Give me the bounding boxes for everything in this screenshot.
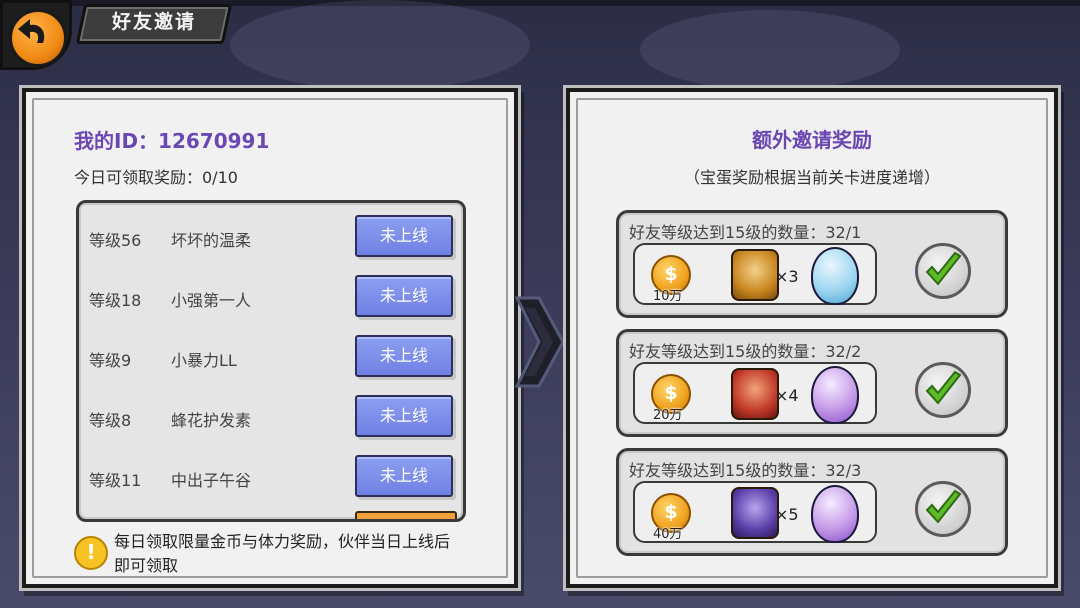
checkmark-icon [925,251,962,286]
egg-icon [811,485,859,543]
checkmark-icon [925,370,962,405]
friend-level: 等级9 [89,351,132,370]
offline-status-button[interactable]: 未上线 [355,455,453,497]
today-rewards: 今日可领取奖励：0/10 [74,168,238,187]
friend-invite-panel: 我的ID：12670991 今日可领取奖励：0/10 等级56 坏坏的温柔 未上… [22,88,518,588]
claim-check-button[interactable] [915,481,971,537]
offline-status-button[interactable]: 未上线 [355,275,453,317]
list-item: 等级9 小暴力LL 未上线 [79,327,463,387]
list-item: 等级56 坏坏的温柔 未上线 [79,207,463,267]
hero-count: ×3 [775,267,799,286]
hero-portrait-icon [731,487,779,539]
coin-amount: 20万 [653,408,683,423]
list-item: 等级18 小强第一人 未上线 [79,267,463,327]
offline-status-button[interactable]: 未上线 [355,395,453,437]
my-id: 我的ID：12670991 [74,129,270,153]
reward-condition: 好友等级达到15级的数量：32/3 [629,461,862,480]
friend-level: 等级18 [89,291,142,310]
friend-name: 坏坏的温柔 [171,231,252,250]
reward-condition: 好友等级达到15级的数量：32/2 [629,342,862,361]
friend-level: 等级8 [89,411,132,430]
reward-subtitle: （宝蛋奖励根据当前关卡进度递增） [683,168,940,187]
reward-title: 额外邀请奖励 [752,128,872,152]
reward-items: $ 40万 ×5 [633,481,877,543]
egg-icon [811,366,859,424]
exclamation-icon: ! [74,536,108,570]
hero-portrait-icon [731,368,779,420]
tip-text: 每日领取限量金币与体力奖励，伙伴当日上线后即可领取 [114,532,451,575]
reward-card: 好友等级达到15级的数量：32/2 $ 20万 ×4 [616,329,1008,437]
friend-name: 蜂花护发素 [171,411,252,430]
claim-check-button[interactable] [915,243,971,299]
checkmark-icon [925,489,962,524]
list-item: 等级8 蜂花护发素 未上线 [79,387,463,447]
hero-count: ×4 [775,386,799,405]
back-arrow-icon [18,19,45,43]
friend-level: 等级11 [89,471,142,490]
list-item: 等级11 中出子午谷 未上线 [79,447,463,507]
offline-status-button[interactable]: 未上线 [355,215,453,257]
egg-icon [811,247,859,305]
coin-amount: 40万 [653,527,683,542]
reward-items: $ 20万 ×4 [633,362,877,424]
offline-status-button[interactable]: 未上线 [355,335,453,377]
extra-reward-panel: 额外邀请奖励 （宝蛋奖励根据当前关卡进度递增） 好友等级达到15级的数量：32/… [566,88,1058,588]
reward-card: 好友等级达到15级的数量：32/3 $ 40万 ×5 [616,448,1008,556]
friend-name: 小强第一人 [171,291,252,310]
reward-items: $ 10万 ×3 [633,243,877,305]
background-decoration [230,0,530,90]
reward-card: 好友等级达到15级的数量：32/1 $ 10万 ×3 [616,210,1008,318]
claim-check-button[interactable] [915,362,971,418]
hero-count: ×5 [775,505,799,524]
next-item-peek [355,511,457,519]
friend-level: 等级56 [89,231,142,250]
reward-condition: 好友等级达到15级的数量：32/1 [629,223,862,242]
friend-name: 中出子午谷 [171,471,252,490]
background-decoration [640,10,900,90]
friend-name: 小暴力LL [171,351,237,370]
page-title: 好友邀请 [111,11,196,33]
chevron-right-icon [514,296,565,388]
back-button[interactable] [0,0,72,70]
coin-amount: 10万 [653,289,683,304]
friend-list[interactable]: 等级56 坏坏的温柔 未上线 等级18 小强第一人 未上线 等级9 小暴力LL … [76,200,466,522]
hero-portrait-icon [731,249,779,301]
